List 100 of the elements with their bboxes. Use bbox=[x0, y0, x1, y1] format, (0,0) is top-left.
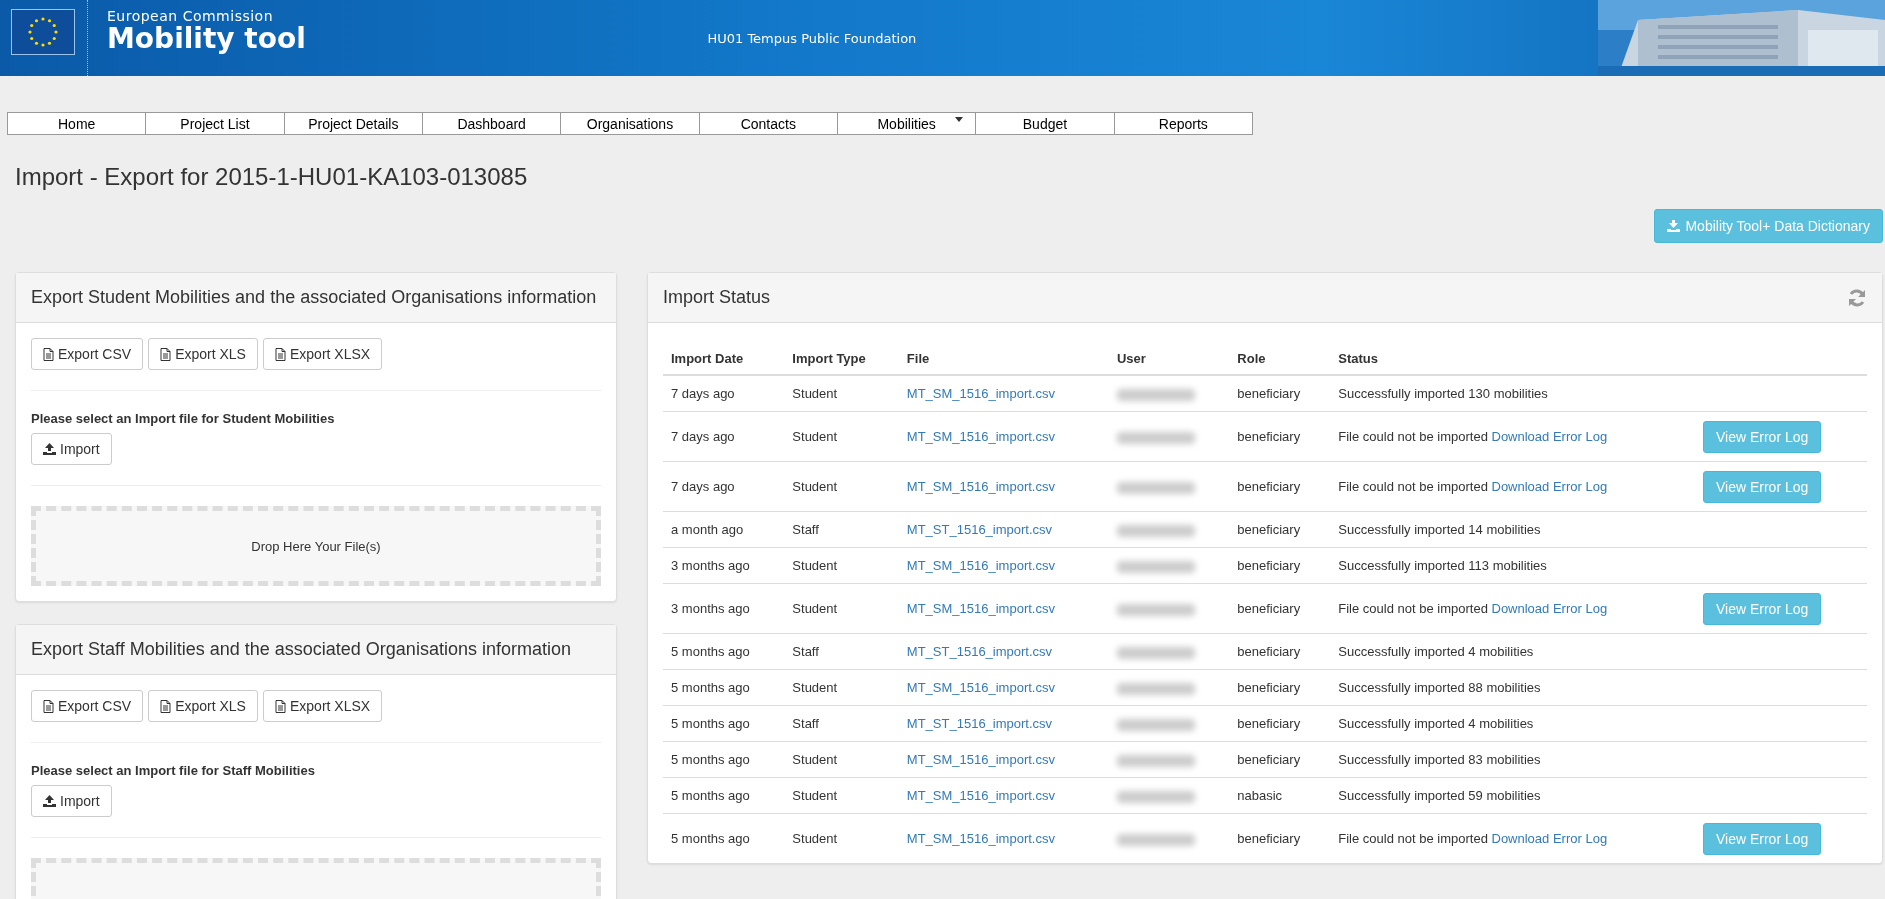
file-link[interactable]: MT_SM_1516_import.csv bbox=[906, 680, 1055, 695]
table-cell: Student bbox=[784, 741, 899, 778]
drop-zone[interactable]: Drop Here Your File(s) bbox=[31, 506, 601, 586]
table-cell: beneficiary bbox=[1229, 583, 1331, 634]
table-cell: 5 months ago bbox=[663, 633, 785, 670]
table-cell: Student bbox=[784, 669, 899, 706]
status-text: Successfully imported 88 mobilities bbox=[1338, 680, 1541, 695]
table-cell: beneficiary bbox=[1229, 461, 1331, 512]
file-link[interactable]: MT_SM_1516_import.csv bbox=[906, 558, 1055, 573]
caret-icon bbox=[955, 117, 964, 122]
import-button[interactable]: Import bbox=[31, 433, 112, 465]
import-button[interactable]: Import bbox=[31, 785, 112, 817]
download-error-log-link[interactable]: Download Error Log bbox=[1491, 429, 1608, 444]
status-text: Successfully imported 4 mobilities bbox=[1338, 716, 1534, 731]
file-link[interactable]: MT_SM_1516_import.csv bbox=[906, 479, 1055, 494]
table-cell: 5 months ago bbox=[663, 813, 785, 863]
download-error-log-link[interactable]: Download Error Log bbox=[1491, 479, 1608, 494]
table-cell: Staff bbox=[784, 633, 899, 670]
agency-name: HU01 Tempus Public Foundation bbox=[707, 30, 917, 46]
table-cell: nabasic bbox=[1229, 777, 1331, 814]
table-cell: 5 months ago bbox=[663, 669, 785, 706]
table-cell: Student bbox=[784, 547, 899, 584]
upload-icon bbox=[43, 443, 56, 455]
column-header: Import Type bbox=[784, 343, 899, 375]
table-cell: beneficiary bbox=[1229, 705, 1331, 742]
export-button[interactable]: Export XLSX bbox=[262, 690, 383, 722]
organisation-name: European Commission bbox=[107, 8, 275, 24]
document-icon bbox=[274, 699, 286, 713]
column-header: User bbox=[1108, 343, 1230, 375]
file-link[interactable]: MT_SM_1516_import.csv bbox=[906, 601, 1055, 616]
panel-title: Export Student Mobilities and the associated Organisations information bbox=[16, 273, 616, 323]
file-link[interactable]: MT_ST_1516_import.csv bbox=[906, 716, 1053, 731]
table-cell: 5 months ago bbox=[663, 705, 785, 742]
status-text: File could not be imported bbox=[1338, 429, 1488, 444]
import-prompt: Please select an Import file for Staff Mobilities bbox=[31, 763, 316, 778]
table-cell: beneficiary bbox=[1229, 511, 1331, 548]
import-prompt: Please select an Import file for Student Mobilities bbox=[31, 411, 336, 426]
eu-flag-icon bbox=[11, 9, 75, 55]
status-text: Successfully imported 113 mobilities bbox=[1338, 558, 1547, 573]
table-cell: Student bbox=[784, 813, 899, 863]
status-text: File could not be imported bbox=[1338, 831, 1488, 846]
file-link[interactable]: MT_SM_1516_import.csv bbox=[906, 831, 1055, 846]
document-icon bbox=[43, 699, 54, 713]
status-text: File could not be imported bbox=[1338, 479, 1488, 494]
download-error-log-link[interactable]: Download Error Log bbox=[1491, 831, 1608, 846]
refresh-icon[interactable] bbox=[1847, 287, 1867, 308]
document-icon bbox=[43, 347, 54, 361]
table-cell: Staff bbox=[784, 705, 899, 742]
export-button[interactable]: Export XLS bbox=[148, 690, 258, 722]
table-cell: beneficiary bbox=[1229, 669, 1331, 706]
table-cell: beneficiary bbox=[1229, 375, 1331, 412]
table-cell: 7 days ago bbox=[663, 411, 785, 462]
app-name: Mobility tool bbox=[107, 24, 306, 54]
document-icon bbox=[274, 347, 286, 361]
table-cell: beneficiary bbox=[1229, 813, 1331, 863]
table-cell: 7 days ago bbox=[663, 461, 785, 512]
file-link[interactable]: MT_ST_1516_import.csv bbox=[906, 644, 1053, 659]
table-cell: Staff bbox=[784, 511, 899, 548]
table-cell: beneficiary bbox=[1229, 411, 1331, 462]
download-icon bbox=[1667, 220, 1681, 232]
export-button[interactable]: Export XLS bbox=[148, 338, 258, 370]
file-link[interactable]: MT_ST_1516_import.csv bbox=[906, 522, 1053, 537]
table-cell: 7 days ago bbox=[663, 375, 785, 412]
column-header: File bbox=[898, 343, 1109, 375]
table-cell: 5 months ago bbox=[663, 777, 785, 814]
file-link[interactable]: MT_SM_1516_import.csv bbox=[906, 752, 1055, 767]
status-text: Successfully imported 130 mobilities bbox=[1338, 386, 1548, 401]
status-text: Successfully imported 14 mobilities bbox=[1338, 522, 1541, 537]
document-icon bbox=[160, 347, 172, 361]
column-header: Role bbox=[1229, 343, 1331, 375]
table-cell: Student bbox=[784, 411, 899, 462]
upload-icon bbox=[43, 795, 56, 807]
page-title: Import - Export for 2015-1-HU01-KA103-013085 bbox=[15, 163, 529, 191]
status-text: Successfully imported 4 mobilities bbox=[1338, 644, 1534, 659]
table-cell: Student bbox=[784, 777, 899, 814]
table-cell: Student bbox=[784, 375, 899, 412]
status-text: Successfully imported 83 mobilities bbox=[1338, 752, 1541, 767]
status-text: Successfully imported 59 mobilities bbox=[1338, 788, 1541, 803]
export-button[interactable]: Export CSV bbox=[31, 338, 144, 370]
table-cell: beneficiary bbox=[1229, 741, 1331, 778]
table-cell: 3 months ago bbox=[663, 583, 785, 634]
table-cell: Student bbox=[784, 461, 899, 512]
table-cell: a month ago bbox=[663, 511, 785, 548]
panel-title: Export Staff Mobilities and the associated Organisations information bbox=[16, 625, 616, 675]
file-link[interactable]: MT_SM_1516_import.csv bbox=[906, 429, 1055, 444]
status-text: File could not be imported bbox=[1338, 601, 1488, 616]
table-cell: Student bbox=[784, 583, 899, 634]
column-header: Status bbox=[1330, 343, 1695, 375]
file-link[interactable]: MT_SM_1516_import.csv bbox=[906, 386, 1055, 401]
panel-title: Import Status bbox=[663, 287, 771, 308]
table-cell: 3 months ago bbox=[663, 547, 785, 584]
file-link[interactable]: MT_SM_1516_import.csv bbox=[906, 788, 1055, 803]
column-header: Import Date bbox=[663, 343, 785, 375]
export-button[interactable]: Export XLSX bbox=[262, 338, 383, 370]
export-button[interactable]: Export CSV bbox=[31, 690, 144, 722]
table-cell: 5 months ago bbox=[663, 741, 785, 778]
table-cell: beneficiary bbox=[1229, 547, 1331, 584]
download-error-log-link[interactable]: Download Error Log bbox=[1491, 601, 1608, 616]
table-cell: beneficiary bbox=[1229, 633, 1331, 670]
document-icon bbox=[160, 699, 172, 713]
